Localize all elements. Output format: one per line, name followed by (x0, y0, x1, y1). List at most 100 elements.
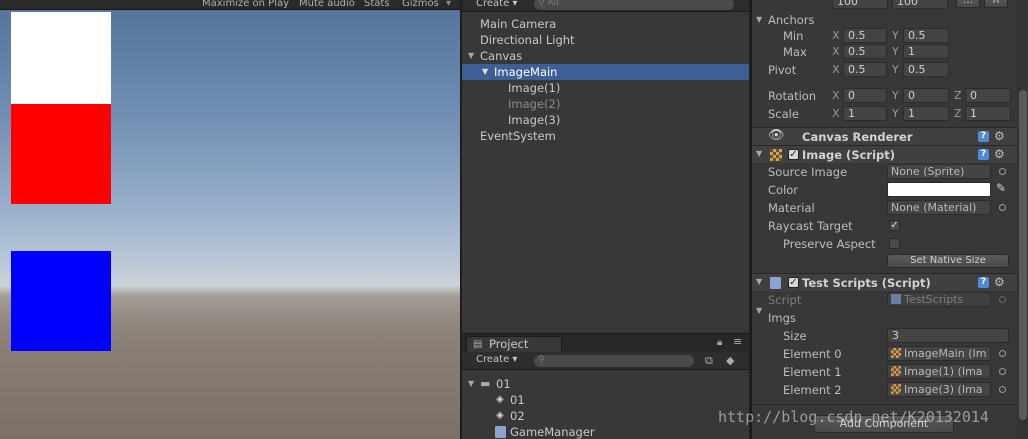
object-picker-icon[interactable] (999, 168, 1006, 175)
help-icon[interactable]: ? (978, 277, 989, 288)
maximize-on-play-toggle[interactable]: Maximize on Play (202, 0, 289, 9)
width-field[interactable]: 100 (832, 0, 888, 9)
mute-audio-toggle[interactable]: Mute audio (299, 0, 355, 9)
hierarchy-item-image-2[interactable]: Image(2) (508, 96, 560, 112)
anchor-max-label: Max (783, 45, 807, 59)
object-picker-icon (999, 296, 1006, 303)
filter-type-icon[interactable]: ⧉ (705, 354, 713, 368)
gear-icon[interactable]: ⚙ (994, 276, 1005, 288)
help-icon[interactable]: ? (978, 149, 989, 160)
gizmos-toggle[interactable]: Gizmos (402, 0, 439, 9)
divider (752, 404, 1028, 405)
script-field: TestScripts (887, 292, 991, 307)
project-item-gamemanager[interactable]: GameManager (510, 424, 595, 439)
project-item-scene-02[interactable]: 02 (510, 408, 525, 424)
object-picker-icon[interactable] (999, 368, 1006, 375)
gear-icon[interactable]: ⚙ (994, 148, 1005, 160)
search-icon: ⚲ (538, 355, 545, 365)
project-item-scene-01[interactable]: 01 (510, 392, 525, 408)
hierarchy-item-directional-light[interactable]: Directional Light (480, 32, 575, 48)
expand-arrow-icon[interactable]: ▼ (756, 303, 762, 319)
source-image-label: Source Image (768, 165, 848, 179)
hierarchy-item-main-camera[interactable]: Main Camera (480, 16, 556, 32)
pivot-y-field[interactable]: 0.5 (903, 62, 949, 77)
scale-x-field[interactable]: 1 (843, 106, 887, 121)
object-picker-icon[interactable] (999, 386, 1006, 393)
anchor-max-x-field[interactable]: 0.5 (843, 44, 887, 59)
stats-toggle[interactable]: Stats (364, 0, 390, 9)
project-create-dropdown[interactable]: Create ▾ (476, 354, 517, 365)
object-picker-icon[interactable] (999, 350, 1006, 357)
expand-arrow-icon[interactable]: ▼ (756, 274, 762, 290)
material-field[interactable]: None (Material) (887, 200, 991, 215)
color-label: Color (768, 183, 799, 197)
filter-label-icon[interactable]: ◆ (726, 354, 734, 367)
axis-y-label: Y (892, 89, 899, 102)
element-0-label: Element 0 (783, 347, 842, 361)
canvas-renderer-header[interactable]: 👁︎ Canvas Renderer ? ⚙ (752, 127, 1028, 145)
project-item-folder-01[interactable]: 01 (496, 376, 511, 392)
hierarchy-search-input[interactable]: ⚲ All (534, 0, 734, 10)
element-2-field[interactable]: Image(3) (Ima (887, 382, 991, 397)
hierarchy-item-imagemain[interactable]: ImageMain (494, 64, 557, 80)
scale-z-field[interactable]: 1 (965, 106, 1011, 121)
game-view[interactable]: Maximize on Play Mute audio Stats Gizmos… (0, 0, 460, 439)
eyedropper-icon[interactable]: ✎ (996, 181, 1006, 195)
expand-arrow-icon[interactable]: ▼ (756, 12, 762, 28)
hierarchy-create-dropdown[interactable]: Create ▾ (476, 0, 517, 9)
project-search-input[interactable]: ⚲ (534, 355, 694, 367)
inspector-panel: 100 100 … R ▼ Anchors Min X 0.5 Y 0.5 Ma… (751, 0, 1028, 439)
gear-icon[interactable]: ⚙ (994, 130, 1005, 142)
raycast-target-checkbox[interactable]: ✓ (889, 220, 900, 231)
help-icon[interactable]: ? (978, 131, 989, 142)
scale-y-field[interactable]: 1 (903, 106, 949, 121)
array-size-field[interactable]: 3 (887, 328, 1009, 343)
scrollbar-thumb[interactable] (1019, 90, 1027, 420)
unity-scene-icon: ◈ (496, 394, 504, 405)
expand-arrow-icon[interactable]: ▼ (482, 64, 488, 80)
element-0-field[interactable]: ImageMain (Im (887, 346, 991, 361)
test-scripts-enabled-checkbox[interactable]: ✓ (788, 277, 799, 288)
hierarchy-item-canvas[interactable]: Canvas (480, 48, 522, 64)
inspector-scrollbar[interactable] (1017, 0, 1028, 439)
color-swatch[interactable] (887, 182, 991, 197)
array-size-label: Size (783, 329, 807, 343)
eye-icon: 👁︎ (768, 128, 785, 143)
set-native-size-button[interactable]: Set Native Size (887, 254, 1009, 268)
script-label: Script (768, 293, 802, 307)
folder-icon: ▬ (480, 377, 491, 390)
anchor-max-y-field[interactable]: 1 (903, 44, 949, 59)
source-image-field[interactable]: None (Sprite) (887, 164, 991, 179)
unity-scene-icon: ◈ (496, 410, 504, 421)
blueprint-mode-button[interactable]: … (956, 0, 980, 8)
object-picker-icon[interactable] (999, 204, 1006, 211)
expand-arrow-icon[interactable]: ▼ (756, 146, 762, 162)
anchor-min-y-field[interactable]: 0.5 (903, 28, 949, 43)
axis-x-label: X (832, 89, 840, 102)
hierarchy-item-image-1[interactable]: Image(1) (508, 80, 560, 96)
hierarchy-item-eventsystem[interactable]: EventSystem (480, 128, 556, 144)
rotation-x-field[interactable]: 0 (843, 88, 887, 103)
expand-arrow-icon[interactable]: ▼ (468, 48, 474, 64)
lock-icon[interactable]: 🔒︎ (717, 337, 722, 348)
element-1-field[interactable]: Image(1) (Ima (887, 364, 991, 379)
height-field[interactable]: 100 (892, 0, 948, 9)
tab-project[interactable]: ▤ Project (466, 336, 562, 353)
gizmos-dropdown-icon[interactable]: ▾ (446, 0, 451, 9)
rotation-y-field[interactable]: 0 (903, 88, 949, 103)
panel-menu-icon[interactable]: ≡ (733, 335, 742, 348)
preserve-aspect-checkbox[interactable] (889, 238, 900, 249)
image-enabled-checkbox[interactable]: ✓ (788, 149, 799, 160)
raw-edit-mode-button[interactable]: R (984, 0, 1008, 8)
pivot-label: Pivot (768, 63, 797, 77)
image-script-header[interactable]: ▼ ✓ Image (Script) ? ⚙ (752, 145, 1028, 163)
anchor-min-x-field[interactable]: 0.5 (843, 28, 887, 43)
test-scripts-header[interactable]: ▼ ✓ Test Scripts (Script) ? ⚙ (752, 273, 1028, 291)
pivot-x-field[interactable]: 0.5 (843, 62, 887, 77)
element-2-label: Element 2 (783, 383, 842, 397)
expand-arrow-icon[interactable]: ▼ (468, 376, 474, 392)
element-1-label: Element 1 (783, 365, 842, 379)
hierarchy-item-image-3[interactable]: Image(3) (508, 112, 560, 128)
red-image-square (11, 104, 111, 204)
rotation-z-field[interactable]: 0 (965, 88, 1011, 103)
